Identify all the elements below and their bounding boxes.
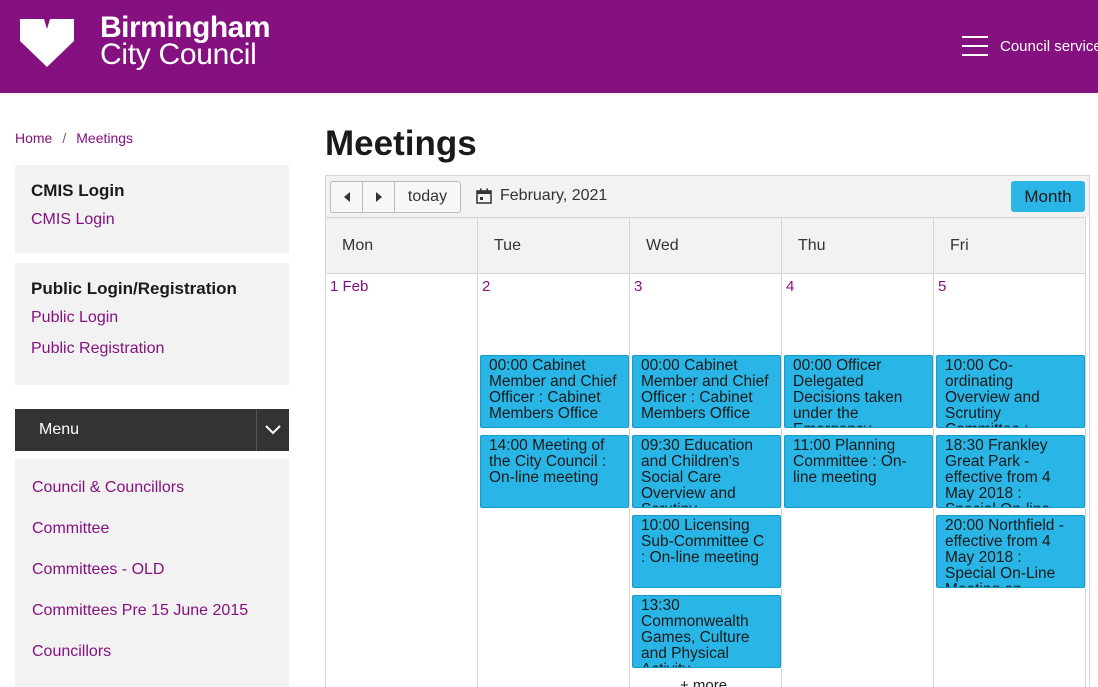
page-title: Meetings	[325, 124, 477, 163]
cmis-login-box: CMIS Login CMIS Login	[15, 165, 289, 253]
cmis-login-link[interactable]: CMIS Login	[31, 211, 273, 229]
menu-label: Menu	[39, 421, 80, 438]
cmis-login-title: CMIS Login	[31, 181, 125, 200]
menu-item-committees-pre-2015[interactable]: Committees Pre 15 June 2015	[15, 602, 289, 643]
calendar-grid: 1 Feb 2 00:00 Cabinet Member and Chief O…	[326, 274, 1089, 687]
day-header-tue: Tue	[478, 217, 630, 274]
logo-line2: City Council	[100, 38, 257, 71]
caret-left-icon	[343, 192, 350, 202]
calendar-event[interactable]: 00:00 Officer Delegated Decisions taken …	[784, 355, 933, 428]
month-view-button[interactable]: Month	[1011, 181, 1085, 212]
calendar-event[interactable]: 00:00 Cabinet Member and Chief Officer :…	[480, 355, 629, 428]
public-registration-link[interactable]: Public Registration	[31, 340, 273, 358]
day-number[interactable]: 4	[786, 278, 794, 295]
public-login-box: Public Login/Registration Public Login P…	[15, 263, 289, 385]
calendar-event[interactable]: 10:00 Licensing Sub-Committee C : On-lin…	[632, 515, 781, 588]
calendar-event[interactable]: 18:30 Frankley Great Park - effective fr…	[936, 435, 1085, 508]
calendar-event[interactable]: 10:00 Co-ordinating Overview and Scrutin…	[936, 355, 1085, 428]
menu-item-councillors[interactable]: Councillors	[15, 643, 289, 684]
day-number[interactable]: 3	[634, 278, 642, 295]
public-login-title: Public Login/Registration	[31, 279, 237, 298]
heart-logo-icon	[20, 19, 74, 67]
logo-line1: Birmingham	[100, 11, 271, 44]
hamburger-icon[interactable]	[962, 36, 988, 56]
prev-month-button[interactable]	[331, 182, 363, 212]
calendar-event[interactable]: 13:30 Commonwealth Games, Culture and Ph…	[632, 595, 781, 668]
breadcrumb-separator: /	[62, 130, 67, 146]
day-cell-mon: 1 Feb	[326, 274, 478, 687]
day-number[interactable]: 1 Feb	[330, 278, 368, 295]
sidebar-menu-toggle[interactable]: Menu	[15, 409, 289, 451]
calendar-event[interactable]: 00:00 Cabinet Member and Chief Officer :…	[632, 355, 781, 428]
calendar-event[interactable]: 09:30 Education and Children's Social Ca…	[632, 435, 781, 508]
today-button[interactable]: today	[395, 182, 460, 212]
day-cell-fri: 5 10:00 Co-ordinating Overview and Scrut…	[934, 274, 1086, 687]
caret-right-icon	[375, 192, 382, 202]
meetings-calendar: today February, 2021 Month Mon Tue Wed T…	[325, 175, 1090, 687]
day-number[interactable]: 5	[938, 278, 946, 295]
public-login-link[interactable]: Public Login	[31, 309, 273, 327]
next-month-button[interactable]	[363, 182, 395, 212]
calendar-event[interactable]: 20:00 Northfield - effective from 4 May …	[936, 515, 1085, 588]
day-cell-wed: 3 00:00 Cabinet Member and Chief Officer…	[630, 274, 782, 687]
day-cell-thu: 4 00:00 Officer Delegated Decisions take…	[782, 274, 934, 687]
day-header-wed: Wed	[630, 217, 782, 274]
day-number[interactable]: 2	[482, 278, 490, 295]
menu-item-committee[interactable]: Committee	[15, 520, 289, 561]
day-cell-tue: 2 00:00 Cabinet Member and Chief Officer…	[478, 274, 630, 687]
day-header-fri: Fri	[934, 217, 1086, 274]
breadcrumb-home[interactable]: Home	[15, 130, 52, 146]
site-header: Birmingham City Council Council services	[0, 0, 1098, 93]
day-header-thu: Thu	[782, 217, 934, 274]
menu-item-council-councillors[interactable]: Council & Councillors	[15, 479, 289, 520]
more-events-link[interactable]: + more	[680, 677, 727, 687]
calendar-nav-buttons: today	[330, 181, 461, 213]
calendar-event[interactable]: 11:00 Planning Committee : On-line meeti…	[784, 435, 933, 508]
council-logo[interactable]: Birmingham City Council	[16, 13, 271, 72]
menu-item-committees-old[interactable]: Committees - OLD	[15, 561, 289, 602]
current-period-label: February, 2021	[500, 187, 608, 204]
council-services-menu[interactable]: Council services	[962, 34, 1098, 58]
breadcrumb-meetings[interactable]: Meetings	[76, 130, 133, 146]
breadcrumb: Home / Meetings	[15, 130, 133, 146]
day-headers: Mon Tue Wed Thu Fri	[326, 217, 1089, 274]
calendar-event[interactable]: 14:00 Meeting of the City Council : On-l…	[480, 435, 629, 508]
sidebar-menu-list: Council & Councillors Committee Committe…	[15, 459, 289, 687]
day-header-mon: Mon	[326, 217, 478, 274]
current-period[interactable]: February, 2021	[476, 187, 607, 205]
council-services-label: Council services	[1000, 37, 1098, 55]
calendar-toolbar: today February, 2021 Month	[326, 176, 1089, 217]
calendar-icon	[476, 188, 492, 204]
chevron-down-icon[interactable]	[256, 409, 289, 451]
logo-text: Birmingham City Council	[100, 11, 271, 71]
